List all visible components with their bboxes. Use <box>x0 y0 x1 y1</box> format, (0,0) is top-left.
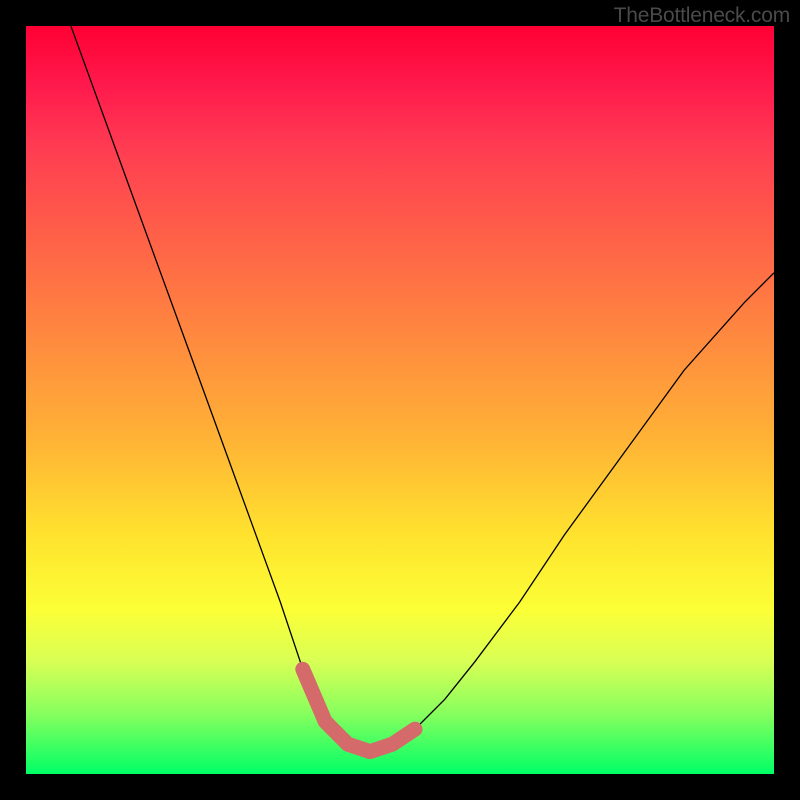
highlight-band <box>303 669 415 751</box>
plot-area <box>26 26 774 774</box>
watermark-text: TheBottleneck.com <box>614 4 790 28</box>
curve-layer <box>26 26 774 774</box>
bottleneck-curve <box>71 26 774 752</box>
chart-frame: TheBottleneck.com <box>0 0 800 800</box>
